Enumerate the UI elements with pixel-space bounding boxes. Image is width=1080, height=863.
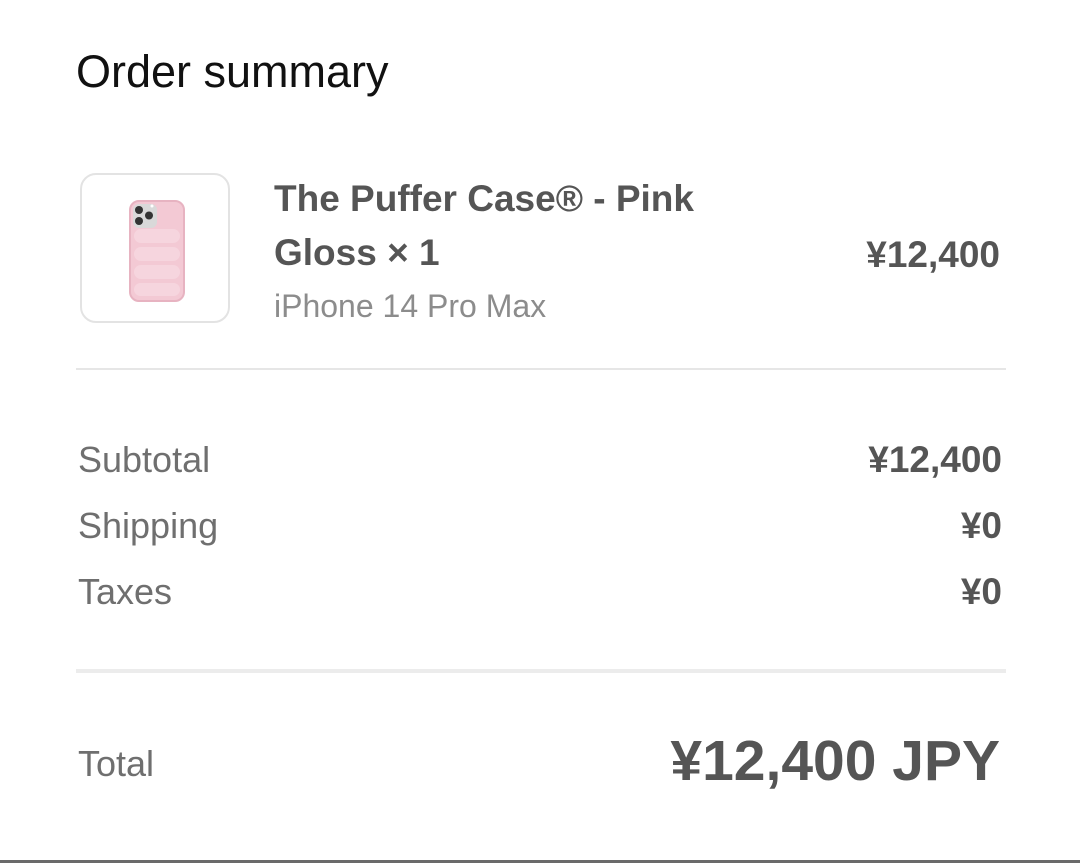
total-label: Total (78, 743, 155, 784)
product-thumbnail[interactable] (80, 173, 230, 323)
subtotal-label: Subtotal (78, 439, 211, 480)
shipping-label: Shipping (78, 505, 219, 546)
divider (76, 669, 1006, 673)
divider (76, 368, 1006, 370)
subtotal-value: ¥12,400 (868, 439, 1002, 480)
total-value: ¥12,400 JPY (670, 729, 1000, 793)
order-summary-title: Order summary (76, 46, 389, 97)
taxes-value: ¥0 (960, 571, 1002, 612)
pink-puffer-case-icon (129, 200, 185, 302)
product-price: ¥12,400 (866, 234, 1000, 275)
taxes-label: Taxes (78, 571, 173, 612)
shipping-value: ¥0 (960, 505, 1002, 546)
product-name: The Puffer Case® - Pink Gloss × 1 (274, 178, 694, 273)
product-variant: iPhone 14 Pro Max (274, 288, 547, 324)
